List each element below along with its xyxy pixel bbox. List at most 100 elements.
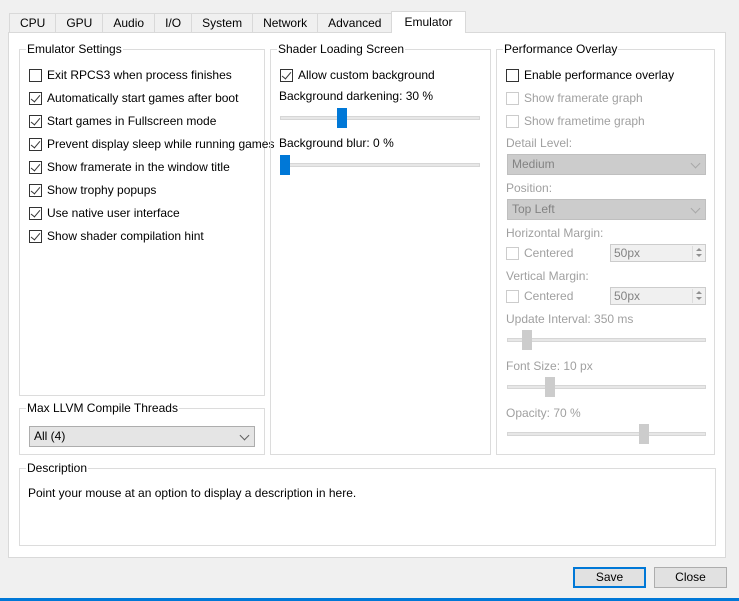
arrow-up-icon[interactable] (696, 291, 702, 294)
tab-audio[interactable]: Audio (102, 13, 156, 33)
emulator-option-checkbox[interactable]: Start games in Fullscreen mode (29, 113, 216, 129)
position-value: Top Left (512, 202, 555, 216)
emulator-option-label: Start games in Fullscreen mode (47, 114, 217, 128)
position-combobox[interactable]: Top Left (507, 199, 706, 220)
description-title: Description (26, 461, 89, 475)
tab-system[interactable]: System (191, 13, 254, 33)
emulator-option-checkbox[interactable]: Prevent display sleep while running game… (29, 136, 274, 152)
performance-overlay-title: Performance Overlay (503, 42, 619, 56)
checkbox-box[interactable] (29, 91, 42, 105)
description-group: Description Point your mouse at an optio… (19, 461, 716, 546)
update-interval-label: Update Interval: 350 ms (506, 312, 634, 326)
tab-bar: CPU GPU Audio I/O System Network Advance… (9, 11, 466, 33)
emulator-option-checkbox[interactable]: Show framerate in the window title (29, 159, 230, 175)
detail-level-label: Detail Level: (506, 136, 573, 150)
tab-advanced[interactable]: Advanced (317, 13, 393, 33)
save-button[interactable]: Save (573, 567, 646, 588)
checkbox-box[interactable] (29, 160, 42, 174)
emulator-option-label: Show trophy popups (47, 183, 157, 197)
emulator-option-label: Automatically start games after boot (47, 91, 239, 105)
detail-level-value: Medium (512, 157, 555, 171)
background-darkening-slider-handle[interactable] (337, 108, 347, 128)
tab-gpu[interactable]: GPU (55, 13, 104, 33)
update-interval-slider-handle[interactable] (522, 330, 532, 350)
emulator-option-label: Use native user interface (47, 206, 180, 220)
shader-loading-title: Shader Loading Screen (277, 42, 406, 56)
emulator-settings-title: Emulator Settings (26, 42, 123, 56)
horizontal-centered-checkbox[interactable]: Centered (506, 245, 573, 261)
horizontal-margin-label: Horizontal Margin: (506, 226, 604, 240)
horizontal-centered-label: Centered (524, 246, 574, 260)
emulator-option-checkbox[interactable]: Exit RPCS3 when process finishes (29, 67, 232, 83)
frametime-graph-label: Show frametime graph (524, 114, 645, 128)
checkbox-box[interactable] (29, 229, 42, 243)
checkbox-box[interactable] (506, 246, 519, 260)
background-darkening-track[interactable] (280, 116, 480, 120)
background-blur-label: Background blur: 0 % (279, 136, 394, 150)
llvm-threads-value: All (4) (34, 429, 66, 443)
chevron-down-icon (690, 203, 701, 214)
framerate-graph-label: Show framerate graph (524, 91, 643, 105)
vertical-centered-label: Centered (524, 289, 574, 303)
tab-io[interactable]: I/O (154, 13, 193, 33)
emulator-option-label: Show framerate in the window title (47, 160, 230, 174)
arrow-down-icon[interactable] (696, 297, 702, 300)
vertical-centered-checkbox[interactable]: Centered (506, 288, 573, 304)
horizontal-margin-value: 50px (614, 246, 641, 260)
checkbox-box[interactable] (29, 114, 42, 128)
framerate-graph-checkbox[interactable]: Show framerate graph (506, 90, 643, 106)
emulator-settings-group: Emulator Settings Exit RPCS3 when proces… (19, 42, 274, 396)
background-blur-track[interactable] (280, 163, 480, 167)
allow-custom-background-checkbox[interactable]: Allow custom background (280, 67, 435, 83)
arrow-up-icon[interactable] (696, 248, 702, 251)
arrow-down-icon[interactable] (696, 254, 702, 257)
llvm-threads-combobox[interactable]: All (4) (29, 426, 255, 447)
font-size-track[interactable] (507, 385, 706, 389)
vertical-margin-spinbox[interactable]: 50px (610, 287, 706, 305)
allow-custom-background-label: Allow custom background (298, 68, 435, 82)
emulator-option-checkbox[interactable]: Automatically start games after boot (29, 90, 238, 106)
emulator-option-checkbox[interactable]: Use native user interface (29, 205, 180, 221)
spin-buttons[interactable] (692, 289, 704, 303)
checkbox-box[interactable] (280, 68, 293, 82)
emulator-option-checkbox[interactable]: Show shader compilation hint (29, 228, 204, 244)
font-size-label: Font Size: 10 px (506, 359, 593, 373)
enable-overlay-label: Enable performance overlay (524, 68, 675, 82)
background-darkening-label: Background darkening: 30 % (279, 89, 434, 103)
font-size-slider-handle[interactable] (545, 377, 555, 397)
vertical-margin-value: 50px (614, 289, 641, 303)
tab-network[interactable]: Network (252, 13, 319, 33)
emulator-option-checkbox[interactable]: Show trophy popups (29, 182, 156, 198)
vertical-margin-label: Vertical Margin: (506, 269, 589, 283)
emulator-option-label: Prevent display sleep while running game… (47, 137, 275, 151)
enable-overlay-checkbox[interactable]: Enable performance overlay (506, 67, 674, 83)
tab-cpu[interactable]: CPU (9, 13, 57, 33)
performance-overlay-group: Performance Overlay Enable performance o… (496, 42, 715, 455)
tab-pane-emulator: Emulator Settings Exit RPCS3 when proces… (8, 32, 726, 558)
shader-loading-group: Shader Loading Screen Allow custom backg… (270, 42, 491, 455)
update-interval-track[interactable] (507, 338, 706, 342)
llvm-threads-group: Max LLVM Compile Threads All (4) (19, 401, 265, 455)
background-blur-slider-handle[interactable] (280, 155, 290, 175)
checkbox-box[interactable] (506, 289, 519, 303)
spin-buttons[interactable] (692, 246, 704, 260)
description-text: Point your mouse at an option to display… (28, 486, 357, 500)
checkbox-box[interactable] (29, 137, 42, 151)
checkbox-box[interactable] (29, 206, 42, 220)
checkbox-box[interactable] (506, 91, 519, 105)
close-button[interactable]: Close (654, 567, 727, 588)
chevron-down-icon (239, 430, 250, 441)
detail-level-combobox[interactable]: Medium (507, 154, 706, 175)
chevron-down-icon (690, 158, 701, 169)
tab-emulator[interactable]: Emulator (391, 11, 466, 33)
llvm-threads-title: Max LLVM Compile Threads (26, 401, 179, 415)
checkbox-box[interactable] (506, 68, 519, 82)
checkbox-box[interactable] (506, 114, 519, 128)
opacity-slider-handle[interactable] (639, 424, 649, 444)
checkbox-box[interactable] (29, 68, 42, 82)
frametime-graph-checkbox[interactable]: Show frametime graph (506, 113, 645, 129)
horizontal-margin-spinbox[interactable]: 50px (610, 244, 706, 262)
position-label: Position: (506, 181, 553, 195)
checkbox-box[interactable] (29, 183, 42, 197)
opacity-track[interactable] (507, 432, 706, 436)
